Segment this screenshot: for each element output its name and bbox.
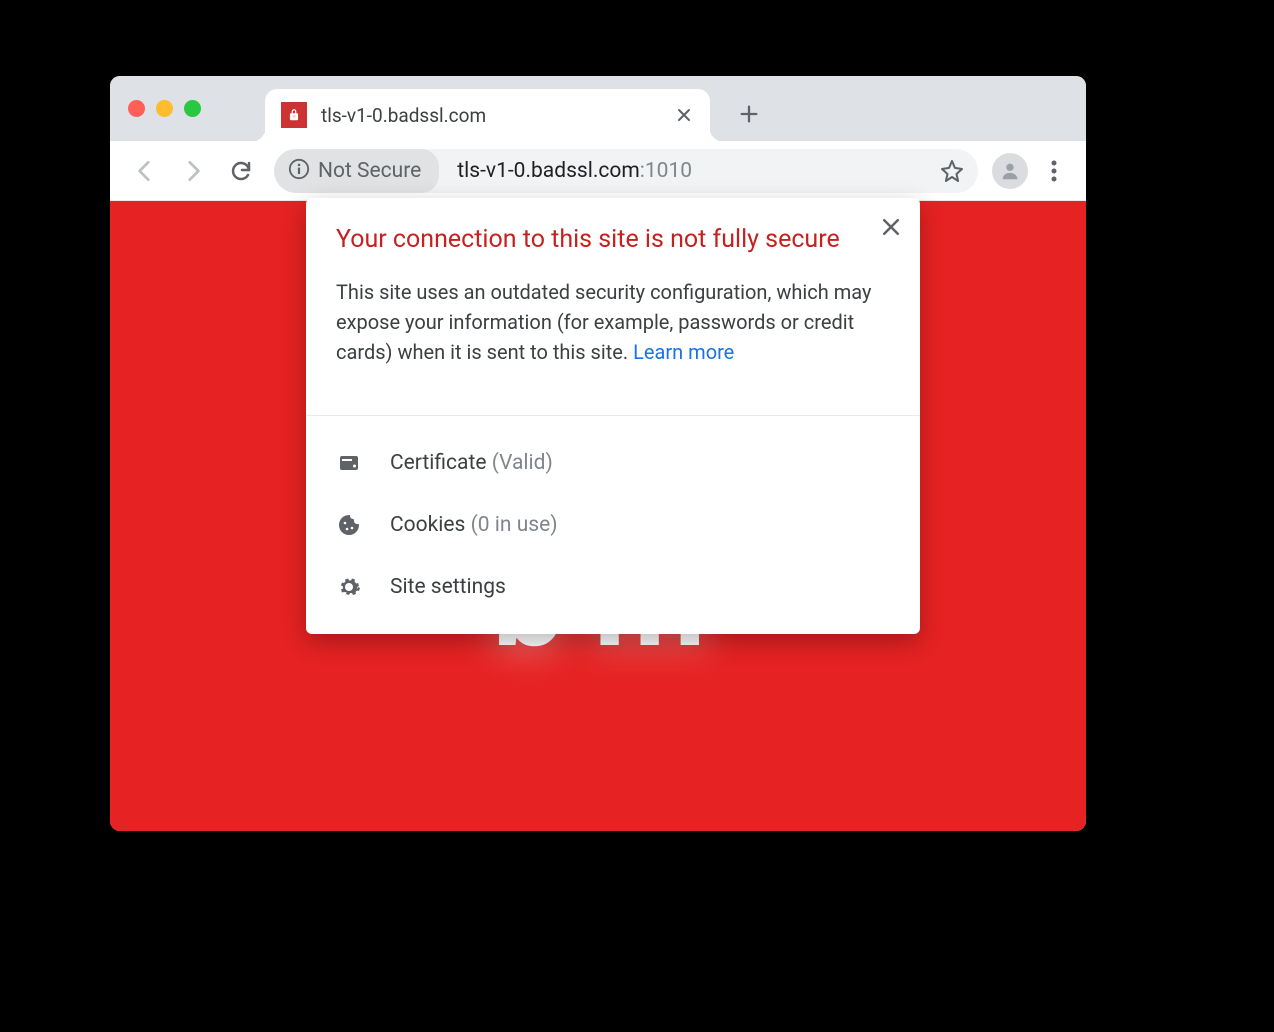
security-indicator[interactable]: Not Secure <box>274 149 439 193</box>
site-settings-item[interactable]: Site settings <box>306 556 920 618</box>
tab-bar: tls-v1-0.badssl.com <box>110 76 1086 141</box>
tab-close-button[interactable] <box>674 105 694 125</box>
back-button[interactable] <box>122 148 168 194</box>
toolbar: Not Secure tls-v1-0.badssl.com:1010 <box>110 141 1086 201</box>
forward-button[interactable] <box>170 148 216 194</box>
gear-icon <box>336 574 362 600</box>
lock-insecure-icon <box>281 102 307 128</box>
window-controls <box>128 100 201 117</box>
popup-item-label: Cookies (0 in use) <box>390 513 558 537</box>
bookmark-button[interactable] <box>938 157 966 185</box>
cookies-item[interactable]: Cookies (0 in use) <box>306 494 920 556</box>
new-tab-button[interactable] <box>730 95 768 133</box>
url-display: tls-v1-0.badssl.com:1010 <box>457 159 938 183</box>
certificate-item[interactable]: Certificate (Valid) <box>306 432 920 494</box>
site-security-popup: Your connection to this site is not full… <box>306 198 920 634</box>
menu-button[interactable] <box>1034 151 1074 191</box>
reload-button[interactable] <box>218 148 264 194</box>
address-bar[interactable]: Not Secure tls-v1-0.badssl.com:1010 <box>274 149 978 193</box>
window-minimize-button[interactable] <box>156 100 173 117</box>
tab-title: tls-v1-0.badssl.com <box>321 104 660 127</box>
popup-item-label: Certificate (Valid) <box>390 451 553 475</box>
popup-items: Certificate (Valid) Cookies (0 in use) S… <box>306 416 920 634</box>
cookie-icon <box>336 512 362 538</box>
window-close-button[interactable] <box>128 100 145 117</box>
popup-header: Your connection to this site is not full… <box>306 198 920 391</box>
url-host: tls-v1-0.badssl.com <box>457 159 640 183</box>
browser-window: tls-v1-0.badssl.com Not Secure <box>110 76 1086 831</box>
popup-title: Your connection to this site is not full… <box>336 222 890 257</box>
learn-more-link[interactable]: Learn more <box>633 340 734 364</box>
certificate-icon <box>336 450 362 476</box>
popup-description: This site uses an outdated security conf… <box>336 277 890 367</box>
popup-close-button[interactable] <box>876 212 906 242</box>
url-port: :1010 <box>640 159 692 183</box>
profile-button[interactable] <box>992 153 1028 189</box>
window-maximize-button[interactable] <box>184 100 201 117</box>
browser-tab[interactable]: tls-v1-0.badssl.com <box>265 89 710 141</box>
info-icon <box>288 158 310 184</box>
popup-item-label: Site settings <box>390 575 506 599</box>
security-label: Not Secure <box>318 159 421 183</box>
